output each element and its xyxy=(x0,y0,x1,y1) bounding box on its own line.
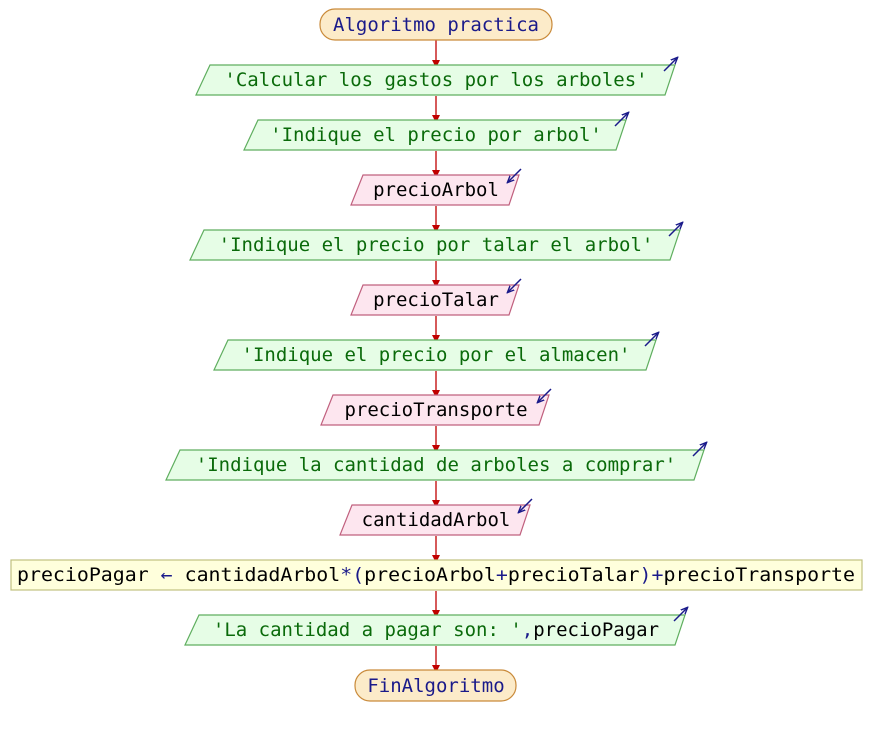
assignment-operator: * xyxy=(340,564,352,586)
assignment-target: precioPagar xyxy=(17,564,149,586)
input-node-label: cantidadArbol xyxy=(362,509,511,531)
assignment-process[interactable]: precioPagar ← cantidadArbol *(precioArbol… xyxy=(10,559,863,591)
assignment-paren: ( xyxy=(352,564,364,586)
flowchart: Algoritmo practica 'Calcular los gastos … xyxy=(10,8,863,702)
output-node-label: 'Indique el precio por arbol' xyxy=(270,124,602,146)
assignment-label: precioPagar ← cantidadArbol *(precioArbol… xyxy=(17,564,855,586)
assignment-operand: precioTransporte xyxy=(663,564,855,586)
input-node-label: precioTalar xyxy=(373,289,499,311)
assignment-operator: + xyxy=(652,564,664,586)
output-node-label: 'Indique el precio por el almacen' xyxy=(242,344,631,366)
assignment-operand: cantidadArbol xyxy=(185,564,341,586)
input-node[interactable]: precioTalar xyxy=(350,278,522,316)
start-terminal-label: Algoritmo practica xyxy=(333,14,539,36)
assignment-operand: precioArbol xyxy=(364,564,496,586)
input-node[interactable]: cantidadArbol xyxy=(339,498,533,536)
input-node-label: precioArbol xyxy=(373,179,499,201)
assignment-arrow: ← xyxy=(161,564,173,586)
end-terminal[interactable]: FinAlgoritmo xyxy=(354,669,517,702)
output-variable: precioPagar xyxy=(533,619,659,641)
assignment-paren: ) xyxy=(640,564,652,586)
input-node[interactable]: precioArbol xyxy=(350,168,522,206)
assignment-operator: + xyxy=(496,564,508,586)
output-node-label: 'La cantidad a pagar son: ',precioPagar xyxy=(213,619,659,641)
output-string: 'La cantidad a pagar son: ' xyxy=(213,619,522,641)
start-terminal[interactable]: Algoritmo practica xyxy=(319,8,553,41)
output-separator: , xyxy=(522,619,533,641)
output-node-label: 'Calcular los gastos por los arboles' xyxy=(224,69,647,91)
input-node-label: precioTransporte xyxy=(344,399,527,421)
output-node-label: 'Indique el precio por talar el arbol' xyxy=(219,234,654,256)
assignment-operand: precioTalar xyxy=(508,564,640,586)
output-node-label: 'Indique la cantidad de arboles a compra… xyxy=(196,454,676,476)
input-node[interactable]: precioTransporte xyxy=(320,388,552,426)
end-terminal-label: FinAlgoritmo xyxy=(367,675,504,697)
